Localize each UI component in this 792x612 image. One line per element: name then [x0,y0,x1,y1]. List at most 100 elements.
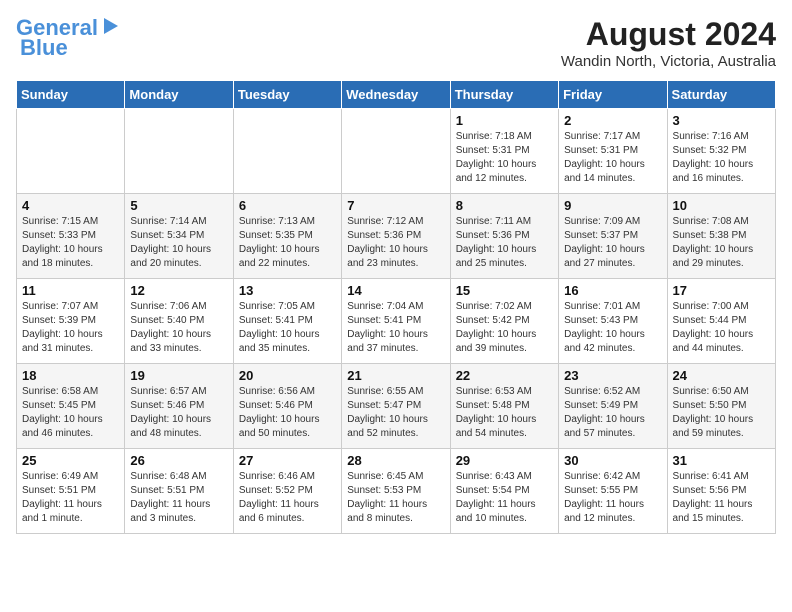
day-info: Sunrise: 6:56 AM Sunset: 5:46 PM Dayligh… [239,385,336,441]
calendar-cell [17,109,125,194]
calendar-cell: 8Sunrise: 7:11 AM Sunset: 5:36 PM Daylig… [450,194,558,279]
day-number: 16 [564,283,661,298]
day-info: Sunrise: 7:06 AM Sunset: 5:40 PM Dayligh… [130,300,227,356]
day-info: Sunrise: 7:14 AM Sunset: 5:34 PM Dayligh… [130,215,227,271]
day-info: Sunrise: 7:04 AM Sunset: 5:41 PM Dayligh… [347,300,444,356]
day-info: Sunrise: 7:08 AM Sunset: 5:38 PM Dayligh… [673,215,770,271]
title-block: August 2024 Wandin North, Victoria, Aust… [561,16,776,70]
day-number: 9 [564,198,661,213]
calendar-week-row: 1Sunrise: 7:18 AM Sunset: 5:31 PM Daylig… [17,109,776,194]
day-info: Sunrise: 6:49 AM Sunset: 5:51 PM Dayligh… [22,470,119,526]
calendar-cell: 25 Sunrise: 6:49 AM Sunset: 5:51 PM Dayli… [17,449,125,534]
day-number: 21 [347,368,444,383]
day-info: Sunrise: 7:02 AM Sunset: 5:42 PM Dayligh… [456,300,553,356]
day-number: 13 [239,283,336,298]
calendar-cell: 3 Sunrise: 7:16 AM Sunset: 5:32 PM Daylig… [667,109,775,194]
day-info: Sunrise: 7:09 AM Sunset: 5:37 PM Dayligh… [564,215,661,271]
day-info: Sunrise: 6:53 AM Sunset: 5:48 PM Dayligh… [456,385,553,441]
logo-blue-text: Blue [20,36,68,60]
day-info: Sunrise: 6:48 AM Sunset: 5:51 PM Dayligh… [130,470,227,526]
calendar-cell: 12 Sunrise: 7:06 AM Sunset: 5:40 PM Dayli… [125,279,233,364]
day-number: 30 [564,453,661,468]
day-info: Sunrise: 7:13 AM Sunset: 5:35 PM Dayligh… [239,215,336,271]
day-number: 7 [347,198,444,213]
calendar-cell: 24Sunrise: 6:50 AM Sunset: 5:50 PM Dayli… [667,364,775,449]
day-number: 3 [673,113,770,128]
day-of-week-header: Saturday [667,81,775,109]
calendar-cell: 7 Sunrise: 7:12 AM Sunset: 5:36 PM Daylig… [342,194,450,279]
day-info: Sunrise: 7:15 AM Sunset: 5:33 PM Dayligh… [22,215,119,271]
calendar-cell: 30 Sunrise: 6:42 AM Sunset: 5:55 PM Dayli… [559,449,667,534]
day-number: 27 [239,453,336,468]
day-info: Sunrise: 7:11 AM Sunset: 5:36 PM Dayligh… [456,215,553,271]
calendar-week-row: 11Sunrise: 7:07 AM Sunset: 5:39 PM Dayli… [17,279,776,364]
calendar-cell: 13Sunrise: 7:05 AM Sunset: 5:41 PM Dayli… [233,279,341,364]
day-number: 19 [130,368,227,383]
day-number: 5 [130,198,227,213]
page-header: General Blue August 2024 Wandin North, V… [16,16,776,70]
calendar-cell: 27Sunrise: 6:46 AM Sunset: 5:52 PM Dayli… [233,449,341,534]
calendar-week-row: 4 Sunrise: 7:15 AM Sunset: 5:33 PM Daylig… [17,194,776,279]
calendar-cell: 4 Sunrise: 7:15 AM Sunset: 5:33 PM Daylig… [17,194,125,279]
calendar-cell: 31Sunrise: 6:41 AM Sunset: 5:56 PM Dayli… [667,449,775,534]
day-number: 14 [347,283,444,298]
day-info: Sunrise: 7:00 AM Sunset: 5:44 PM Dayligh… [673,300,770,356]
day-number: 25 [22,453,119,468]
day-number: 15 [456,283,553,298]
day-number: 4 [22,198,119,213]
day-number: 2 [564,113,661,128]
day-info: Sunrise: 7:16 AM Sunset: 5:32 PM Dayligh… [673,130,770,186]
day-of-week-header: Monday [125,81,233,109]
calendar-cell: 29 Sunrise: 6:43 AM Sunset: 5:54 PM Dayli… [450,449,558,534]
calendar-cell [233,109,341,194]
calendar-cell: 5 Sunrise: 7:14 AM Sunset: 5:34 PM Daylig… [125,194,233,279]
day-number: 12 [130,283,227,298]
day-number: 22 [456,368,553,383]
logo-arrow-icon [100,16,120,36]
calendar-cell: 19 Sunrise: 6:57 AM Sunset: 5:46 PM Dayli… [125,364,233,449]
calendar-cell [342,109,450,194]
calendar-cell: 26Sunrise: 6:48 AM Sunset: 5:51 PM Dayli… [125,449,233,534]
day-info: Sunrise: 7:12 AM Sunset: 5:36 PM Dayligh… [347,215,444,271]
calendar-cell: 21 Sunrise: 6:55 AM Sunset: 5:47 PM Dayli… [342,364,450,449]
day-number: 10 [673,198,770,213]
day-info: Sunrise: 6:45 AM Sunset: 5:53 PM Dayligh… [347,470,444,526]
calendar-cell: 9 Sunrise: 7:09 AM Sunset: 5:37 PM Daylig… [559,194,667,279]
calendar-cell: 2 Sunrise: 7:17 AM Sunset: 5:31 PM Daylig… [559,109,667,194]
day-info: Sunrise: 7:07 AM Sunset: 5:39 PM Dayligh… [22,300,119,356]
day-number: 28 [347,453,444,468]
day-number: 29 [456,453,553,468]
day-info: Sunrise: 6:42 AM Sunset: 5:55 PM Dayligh… [564,470,661,526]
day-info: Sunrise: 6:52 AM Sunset: 5:49 PM Dayligh… [564,385,661,441]
calendar-header-row: SundayMondayTuesdayWednesdayThursdayFrid… [17,81,776,109]
calendar-cell: 11Sunrise: 7:07 AM Sunset: 5:39 PM Dayli… [17,279,125,364]
calendar-week-row: 25 Sunrise: 6:49 AM Sunset: 5:51 PM Dayli… [17,449,776,534]
day-number: 1 [456,113,553,128]
day-info: Sunrise: 6:41 AM Sunset: 5:56 PM Dayligh… [673,470,770,526]
calendar-week-row: 18 Sunrise: 6:58 AM Sunset: 5:45 PM Dayli… [17,364,776,449]
day-info: Sunrise: 6:57 AM Sunset: 5:46 PM Dayligh… [130,385,227,441]
day-number: 18 [22,368,119,383]
day-info: Sunrise: 6:58 AM Sunset: 5:45 PM Dayligh… [22,385,119,441]
day-number: 20 [239,368,336,383]
calendar-cell: 20 Sunrise: 6:56 AM Sunset: 5:46 PM Dayli… [233,364,341,449]
calendar-cell: 28 Sunrise: 6:45 AM Sunset: 5:53 PM Dayli… [342,449,450,534]
calendar-cell: 15 Sunrise: 7:02 AM Sunset: 5:42 PM Dayli… [450,279,558,364]
day-info: Sunrise: 6:55 AM Sunset: 5:47 PM Dayligh… [347,385,444,441]
day-of-week-header: Wednesday [342,81,450,109]
day-info: Sunrise: 6:50 AM Sunset: 5:50 PM Dayligh… [673,385,770,441]
month-year-title: August 2024 [561,16,776,53]
day-of-week-header: Sunday [17,81,125,109]
calendar-cell: 16Sunrise: 7:01 AM Sunset: 5:43 PM Dayli… [559,279,667,364]
day-info: Sunrise: 7:17 AM Sunset: 5:31 PM Dayligh… [564,130,661,186]
day-of-week-header: Thursday [450,81,558,109]
day-number: 23 [564,368,661,383]
calendar-cell: 17Sunrise: 7:00 AM Sunset: 5:44 PM Dayli… [667,279,775,364]
calendar-cell: 14 Sunrise: 7:04 AM Sunset: 5:41 PM Dayli… [342,279,450,364]
day-info: Sunrise: 6:43 AM Sunset: 5:54 PM Dayligh… [456,470,553,526]
calendar-cell: 10 Sunrise: 7:08 AM Sunset: 5:38 PM Dayli… [667,194,775,279]
calendar-cell: 18 Sunrise: 6:58 AM Sunset: 5:45 PM Dayli… [17,364,125,449]
calendar-cell: 1Sunrise: 7:18 AM Sunset: 5:31 PM Daylig… [450,109,558,194]
calendar-table: SundayMondayTuesdayWednesdayThursdayFrid… [16,80,776,534]
day-of-week-header: Tuesday [233,81,341,109]
